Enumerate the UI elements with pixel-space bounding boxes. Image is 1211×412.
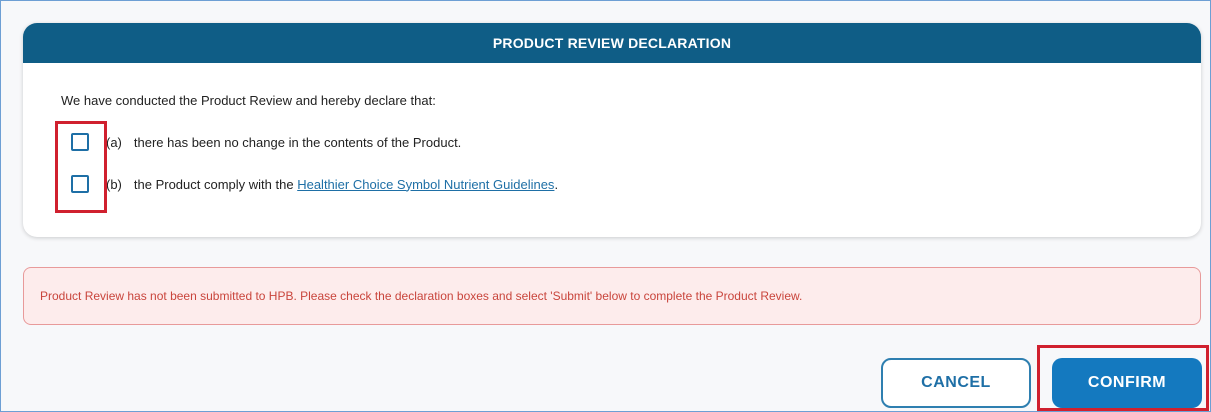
- card-title: PRODUCT REVIEW DECLARATION: [492, 35, 732, 51]
- page-frame: PRODUCT REVIEW DECLARATION We have condu…: [0, 0, 1211, 412]
- cancel-button[interactable]: CANCEL: [881, 358, 1031, 408]
- card-header: PRODUCT REVIEW DECLARATION: [23, 23, 1201, 63]
- guidelines-link[interactable]: Healthier Choice Symbol Nutrient Guideli…: [297, 177, 554, 192]
- declaration-marker-a: (a): [106, 134, 122, 150]
- submission-warning-alert: Product Review has not been submitted to…: [23, 267, 1201, 325]
- declaration-card: PRODUCT REVIEW DECLARATION We have condu…: [23, 23, 1201, 237]
- declaration-text-a: there has been no change in the contents…: [133, 134, 462, 150]
- declaration-text-b-end: .: [554, 176, 559, 192]
- alert-message: Product Review has not been submitted to…: [40, 289, 803, 303]
- declaration-marker-b: (b): [106, 176, 122, 192]
- confirm-highlight-annotation: [1037, 345, 1209, 411]
- declaration-item-b: (b) the Product comply with the Healthie…: [71, 175, 558, 193]
- checkbox-highlight-annotation: [55, 121, 107, 213]
- declaration-item-a: (a) there has been no change in the cont…: [71, 133, 461, 151]
- declaration-text-b: the Product comply with the: [133, 176, 298, 192]
- declaration-intro: We have conducted the Product Review and…: [61, 93, 436, 108]
